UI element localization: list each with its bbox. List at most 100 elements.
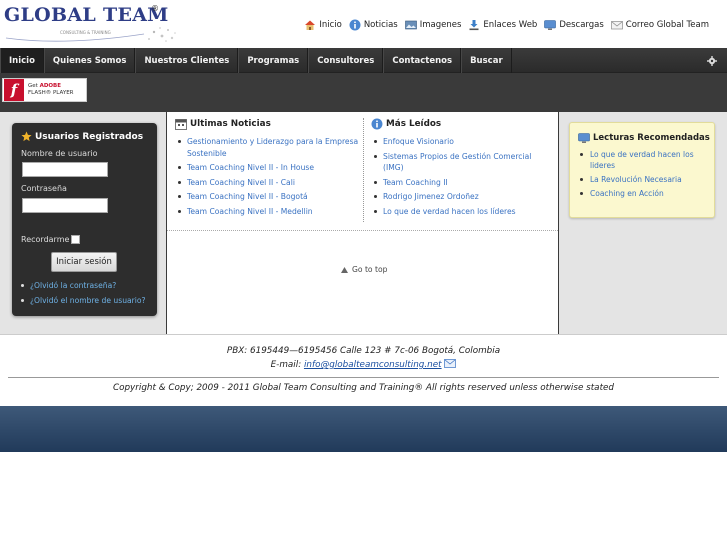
- nav-item-nuestros-clientes[interactable]: Nuestros Clientes: [135, 48, 239, 73]
- footer-contact: PBX: 6195449—6195456 Calle 123 # 7c-06 B…: [0, 344, 727, 372]
- most-read-item[interactable]: Team Coaching II: [371, 177, 551, 189]
- forgot-username-text: ¿Olvidó el nombre de usuario?: [30, 296, 146, 305]
- login-title: Usuarios Registrados: [21, 131, 143, 142]
- most-read-list: Enfoque Visionario Sistemas Propios de G…: [371, 136, 551, 217]
- latest-news-title-text: Ultimas Noticias: [190, 119, 271, 129]
- download-arrow-icon: [469, 20, 479, 31]
- page-background: [0, 452, 727, 545]
- latest-news-list: Gestionamiento y Liderazgo para la Empre…: [175, 136, 361, 217]
- reading-item[interactable]: Lo que de verdad hacen los lideres: [576, 149, 710, 171]
- nav-item-quienes-somos[interactable]: Quienes Somos: [43, 48, 136, 73]
- nav-item-buscar[interactable]: Buscar: [461, 48, 512, 73]
- site-header: GLOBAL TEAM ® CONSULTING & TRAINING Inic…: [0, 0, 727, 48]
- flash-badge-text: Get ADOBE FLASH® PLAYER: [28, 83, 74, 97]
- mail-icon: [610, 21, 623, 30]
- most-read-item[interactable]: Sistemas Propios de Gestión Comercial (I…: [371, 151, 551, 174]
- footer-email-line: E-mail: info@globalteamconsulting.net: [0, 358, 727, 372]
- center-column: Ultimas Noticias Gestionamiento y Lidera…: [167, 112, 558, 334]
- news-item[interactable]: Team Coaching Nivel II - Medellin: [175, 206, 361, 218]
- home-icon: [305, 20, 316, 30]
- logo-tagline: CONSULTING & TRAINING: [60, 30, 111, 35]
- logo-registered-mark: ®: [151, 4, 159, 13]
- recommended-readings-list: Lo que de verdad hacen los lideres La Re…: [576, 149, 710, 202]
- username-label: Nombre de usuario: [21, 149, 98, 158]
- bullet: [21, 284, 24, 287]
- recommended-readings-module: Lecturas Recomendadas Lo que de verdad h…: [569, 122, 715, 218]
- toplink-enlaces-web[interactable]: Enlaces Web: [468, 19, 537, 31]
- toplink-label: Enlaces Web: [483, 20, 538, 30]
- toplink-correo[interactable]: Correo Global Team: [610, 19, 709, 31]
- most-read-module: Más Leídos Enfoque Visionario Sistemas P…: [371, 118, 551, 220]
- recommended-readings-title: Lecturas Recomendadas: [578, 132, 710, 144]
- nav-item-inicio[interactable]: Inicio: [0, 48, 44, 73]
- footer-copyright: Copyright & Copy; 2009 - 2011 Global Tea…: [112, 383, 615, 393]
- login-button[interactable]: Iniciar sesión: [51, 252, 117, 272]
- recommended-readings-title-text: Lecturas Recomendadas: [593, 133, 710, 143]
- news-item[interactable]: Gestionamiento y Liderazgo para la Empre…: [175, 136, 361, 159]
- bottom-band: [0, 406, 727, 452]
- global-team-logo[interactable]: GLOBAL TEAM ® CONSULTING & TRAINING: [4, 4, 184, 46]
- toplink-label: Inicio: [319, 20, 342, 30]
- get-flash-player-badge[interactable]: f Get ADOBE FLASH® PLAYER: [2, 78, 87, 102]
- nav-item-consultores[interactable]: Consultores: [308, 48, 384, 73]
- forgot-username-link[interactable]: ¿Olvidó el nombre de usuario?: [21, 296, 146, 305]
- latest-news-title: Ultimas Noticias: [175, 118, 361, 130]
- toplink-descargas[interactable]: Descargas: [544, 19, 604, 31]
- flash-logo-icon: f: [4, 79, 24, 101]
- toplink-inicio[interactable]: Inicio: [304, 19, 342, 31]
- site-footer: PBX: 6195449—6195456 Calle 123 # 7c-06 B…: [0, 334, 727, 406]
- page: GLOBAL TEAM ® CONSULTING & TRAINING Inic…: [0, 0, 727, 545]
- calendar-icon: [175, 119, 187, 130]
- toplink-imagenes[interactable]: Imagenes: [404, 19, 461, 31]
- info-icon: [349, 19, 361, 31]
- most-read-title-text: Más Leídos: [386, 119, 442, 129]
- section-divider: [167, 230, 558, 231]
- username-input[interactable]: [22, 162, 108, 177]
- toplink-label: Correo Global Team: [625, 20, 709, 30]
- footer-email-label: E-mail:: [270, 360, 304, 370]
- gear-icon[interactable]: [707, 56, 717, 66]
- toplink-label: Descargas: [559, 20, 604, 30]
- left-column: Usuarios Registrados Nombre de usuario C…: [0, 112, 166, 334]
- top-links: Inicio Noticias Imagenes Enlaces Web Des…: [304, 19, 709, 31]
- go-to-top-link[interactable]: Go to top: [341, 265, 387, 274]
- login-title-text: Usuarios Registrados: [35, 131, 144, 142]
- forgot-password-text: ¿Olvidó la contraseña?: [30, 281, 117, 290]
- most-read-title: Más Leídos: [371, 118, 551, 130]
- footer-email-link[interactable]: info@globalteamconsulting.net: [304, 360, 442, 370]
- footer-address: PBX: 6195449—6195456 Calle 123 # 7c-06 B…: [226, 346, 501, 356]
- toplink-noticias[interactable]: Noticias: [349, 19, 398, 31]
- logo-text: GLOBAL TEAM: [4, 4, 169, 26]
- flash-get-label: Get: [28, 83, 38, 89]
- forgot-password-link[interactable]: ¿Olvidó la contraseña?: [21, 281, 116, 290]
- most-read-item[interactable]: Enfoque Visionario: [371, 136, 551, 148]
- news-item[interactable]: Team Coaching Nivel II - Cali: [175, 177, 361, 189]
- toplink-label: Noticias: [363, 20, 398, 30]
- remember-label: Recordarme: [21, 235, 70, 244]
- info-icon: [371, 118, 383, 130]
- reading-item[interactable]: Coaching en Acción: [576, 188, 710, 199]
- mail-icon[interactable]: [444, 359, 457, 368]
- news-item[interactable]: Team Coaching Nivel II - In House: [175, 162, 361, 174]
- main-content: Usuarios Registrados Nombre de usuario C…: [0, 112, 727, 334]
- right-column: Lecturas Recomendadas Lo que de verdad h…: [559, 112, 727, 334]
- latest-news-module: Ultimas Noticias Gestionamiento y Lidera…: [175, 118, 361, 220]
- reading-item[interactable]: La Revolución Necesaria: [576, 174, 710, 185]
- bullet: [21, 299, 24, 302]
- remember-checkbox[interactable]: [71, 235, 80, 244]
- news-item[interactable]: Team Coaching Nivel II - Bogotá: [175, 191, 361, 203]
- flash-player-label: FLASH® PLAYER: [28, 90, 74, 96]
- header-band: f Get ADOBE FLASH® PLAYER: [0, 73, 727, 112]
- image-icon: [404, 20, 417, 30]
- footer-divider: [8, 377, 719, 378]
- go-to-top-text: Go to top: [352, 265, 388, 274]
- nav-item-contactenos[interactable]: Contactenos: [383, 48, 462, 73]
- most-read-item[interactable]: Lo que de verdad hacen los líderes: [371, 206, 551, 218]
- most-read-item[interactable]: Rodrigo Jimenez Ordoñez: [371, 191, 551, 203]
- logo-stars-graphic: [5, 27, 176, 42]
- monitor-icon: [578, 133, 590, 143]
- star-icon: [21, 131, 32, 142]
- password-input[interactable]: [22, 198, 108, 213]
- password-label: Contraseña: [21, 184, 67, 193]
- nav-item-programas[interactable]: Programas: [238, 48, 309, 73]
